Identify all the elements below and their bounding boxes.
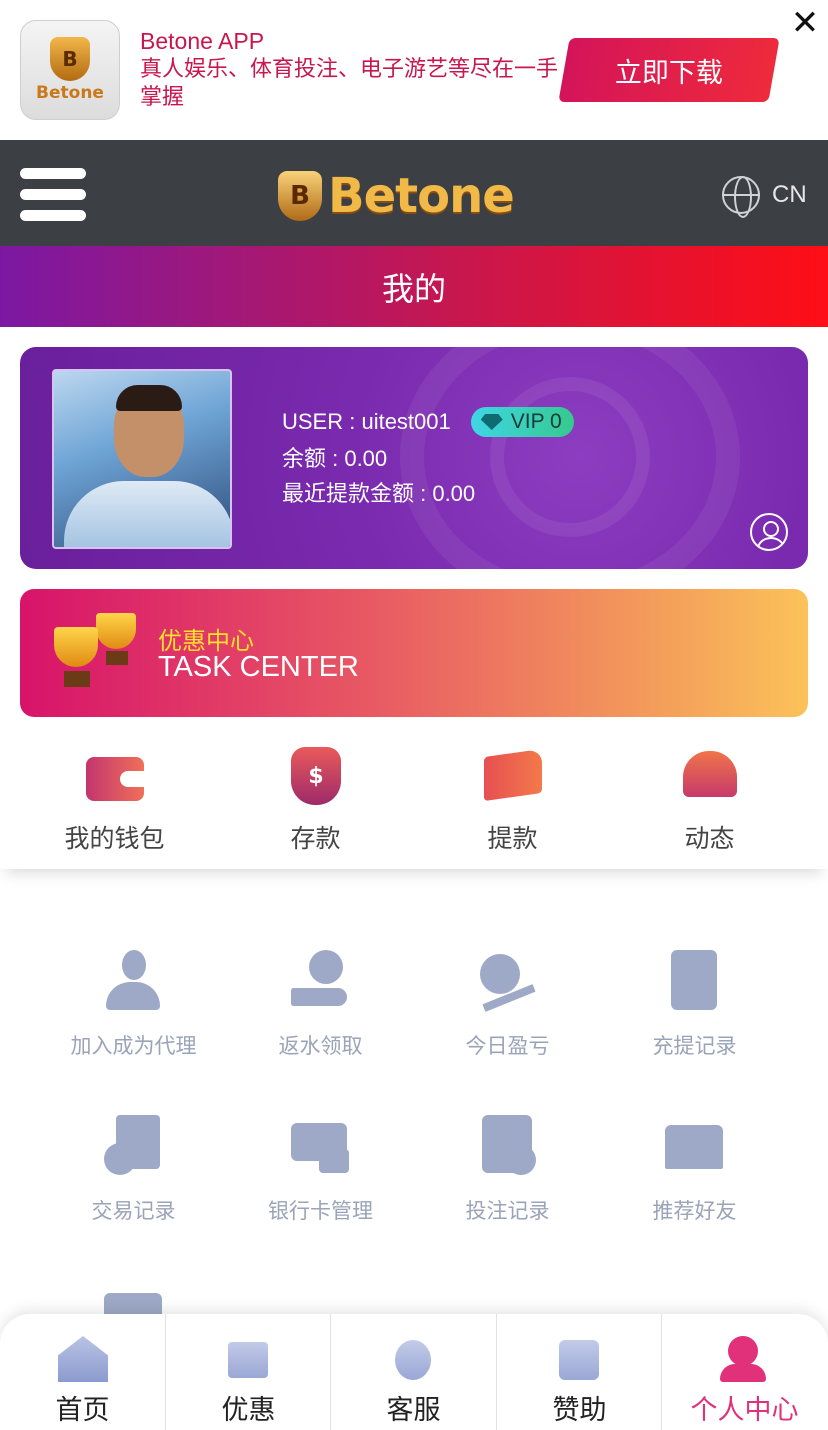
- menu-item-bank-card[interactable]: 银行卡管理: [227, 1115, 414, 1245]
- home-icon: [56, 1334, 108, 1382]
- menu-item-join-agent[interactable]: 加入成为代理: [40, 950, 227, 1080]
- logo-shield-icon: B: [278, 171, 322, 221]
- quick-action-withdraw[interactable]: 提款: [409, 735, 616, 869]
- vip-badge: VIP 0: [470, 407, 574, 437]
- app-banner-title: Betone APP: [140, 28, 265, 54]
- nav-label: 优惠: [221, 1395, 276, 1426]
- diamond-icon: [480, 414, 503, 430]
- menu-item-rebate[interactable]: 返水领取: [227, 950, 414, 1080]
- language-label: CN: [772, 181, 807, 208]
- nav-label: 个人中心: [690, 1395, 799, 1426]
- nav-label: 首页: [55, 1395, 110, 1426]
- menu-item-label: 返水领取: [278, 1034, 363, 1058]
- quick-action-label: 我的钱包: [64, 824, 165, 853]
- menu-item-label: 投注记录: [465, 1199, 550, 1223]
- user-profile-card: USER : uitest001 VIP 0 余额 : 0.00 最近提款金额 …: [20, 347, 808, 569]
- nav-customer-service[interactable]: 客服: [330, 1314, 495, 1430]
- nav-label: 客服: [386, 1395, 441, 1426]
- bet-record-icon: [478, 1115, 536, 1177]
- wallet-icon: [84, 745, 146, 807]
- money-bag-icon: $: [285, 745, 347, 807]
- app-banner-description: 真人娱乐、体育投注、电子游艺等尽在一手掌握: [140, 57, 559, 110]
- transaction-record-icon: [104, 1115, 162, 1177]
- customer-service-icon: [387, 1334, 439, 1382]
- menu-item-transaction-record[interactable]: 交易记录: [40, 1115, 227, 1245]
- menu-item-bet-record[interactable]: 投注记录: [414, 1115, 601, 1245]
- withdraw-hand-icon: [482, 745, 544, 807]
- page-title-bar: 我的: [0, 246, 828, 327]
- quick-action-label: 存款: [290, 824, 341, 853]
- app-download-banner: B Betone Betone APP 真人娱乐、体育投注、电子游艺等尽在一手掌…: [0, 0, 828, 140]
- task-center-banner[interactable]: 优惠中心 TASK CENTER: [20, 589, 808, 717]
- menu-item-label: 银行卡管理: [268, 1199, 373, 1223]
- sponsor-icon: [553, 1334, 605, 1382]
- menu-item-label: 今日盈亏: [465, 1034, 550, 1058]
- bell-icon: [679, 745, 741, 807]
- transfer-record-icon: [665, 950, 723, 1012]
- close-banner-icon[interactable]: ✕: [788, 6, 822, 40]
- download-now-label: 立即下载: [615, 57, 723, 89]
- quick-action-news[interactable]: 动态: [606, 735, 813, 869]
- hamburger-menu-icon[interactable]: [20, 168, 86, 222]
- nav-user-center[interactable]: 个人中心: [661, 1314, 828, 1430]
- user-center-icon: [718, 1334, 770, 1382]
- menu-item-label: 推荐好友: [652, 1199, 737, 1223]
- betone-shield-icon: B: [50, 37, 90, 81]
- quick-action-wallet[interactable]: 我的钱包: [11, 735, 218, 869]
- page-title: 我的: [381, 269, 446, 308]
- refer-friends-icon: [665, 1115, 723, 1177]
- site-logo[interactable]: B Betone: [278, 166, 515, 226]
- menu-item-label: 交易记录: [91, 1199, 176, 1223]
- menu-item-label: 加入成为代理: [70, 1034, 197, 1058]
- nav-sponsor[interactable]: 赞助: [496, 1314, 661, 1430]
- logo-text: Betone: [328, 168, 515, 224]
- task-center-title-en: TASK CENTER: [158, 651, 359, 683]
- menu-item-profit-loss[interactable]: 今日盈亏: [414, 950, 601, 1080]
- profile-settings-icon[interactable]: [750, 513, 788, 551]
- globe-icon: [722, 176, 760, 218]
- app-icon-text: Betone: [36, 83, 104, 103]
- user-info: USER : uitest001 VIP 0 余额 : 0.00 最近提款金额 …: [282, 407, 574, 507]
- quick-action-label: 动态: [684, 824, 735, 853]
- download-now-button[interactable]: 立即下载: [558, 38, 780, 102]
- app-logo-icon: B Betone: [20, 20, 120, 120]
- avatar[interactable]: [52, 369, 232, 549]
- bottom-navigation: 首页 优惠 客服 赞助 个人中心: [0, 1314, 828, 1430]
- bank-card-icon: [291, 1115, 349, 1177]
- menu-item-partial[interactable]: [40, 1283, 227, 1314]
- username: USER : uitest001: [282, 409, 451, 434]
- agent-icon: [104, 950, 162, 1012]
- top-header: B Betone CN: [0, 140, 828, 246]
- group-icon: [104, 1283, 162, 1314]
- vip-level: VIP 0: [510, 410, 562, 433]
- language-selector[interactable]: CN: [722, 176, 807, 218]
- trophy-icon: [50, 611, 140, 691]
- quick-action-deposit[interactable]: $ 存款: [212, 735, 419, 869]
- quick-action-label: 提款: [487, 824, 538, 853]
- quick-actions: 我的钱包 $ 存款 提款 动态: [0, 735, 828, 869]
- gift-icon: [222, 1334, 274, 1382]
- nav-promotions[interactable]: 优惠: [165, 1314, 330, 1430]
- menu-item-label: 充提记录: [652, 1034, 737, 1058]
- menu-item-refer-friends[interactable]: 推荐好友: [601, 1115, 788, 1245]
- nav-home[interactable]: 首页: [0, 1314, 165, 1430]
- rebate-icon: [291, 950, 349, 1012]
- profit-loss-icon: [478, 950, 536, 1012]
- recent-withdraw-amount: 最近提款金额 : 0.00: [282, 481, 476, 506]
- menu-item-transfer-record[interactable]: 充提记录: [601, 950, 788, 1080]
- balance: 余额 : 0.00: [282, 446, 388, 471]
- nav-label: 赞助: [552, 1395, 607, 1426]
